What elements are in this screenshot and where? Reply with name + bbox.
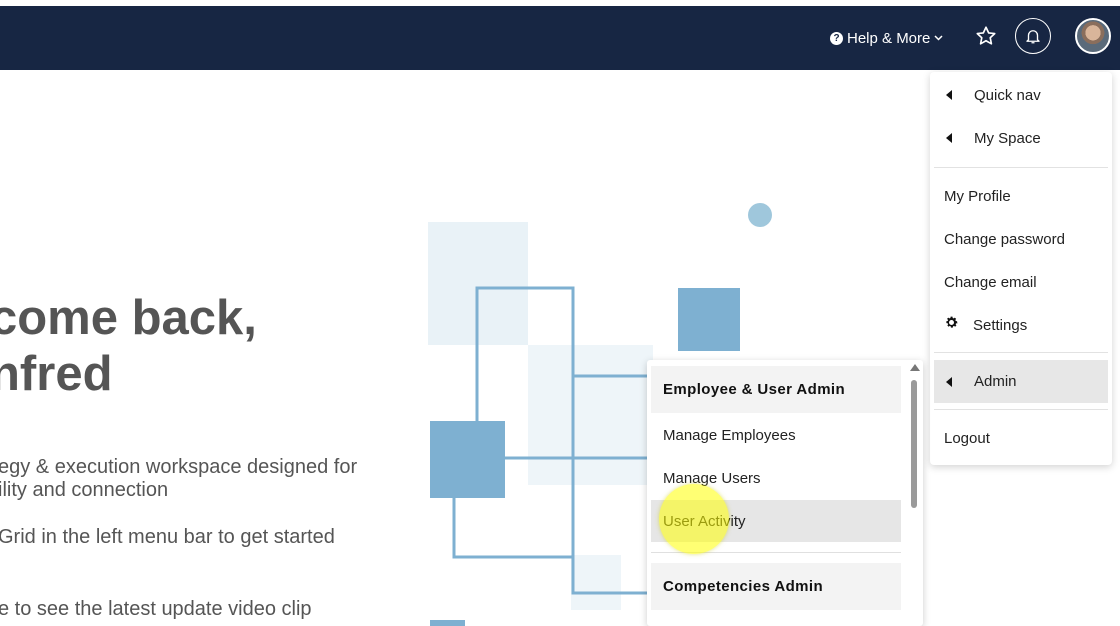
star-icon[interactable] bbox=[975, 25, 997, 47]
menu-divider bbox=[934, 409, 1108, 410]
user-avatar[interactable] bbox=[1075, 18, 1111, 54]
scrollbar-thumb[interactable] bbox=[911, 380, 917, 508]
submenu-scrollbar[interactable] bbox=[908, 362, 920, 624]
menu-divider bbox=[651, 552, 901, 553]
menu-item-manage-employees[interactable]: Manage Employees bbox=[651, 414, 901, 456]
intro-line-4: e to see the latest update video clip bbox=[0, 598, 312, 620]
notifications-button[interactable] bbox=[1015, 18, 1051, 54]
manage-employees-label: Manage Employees bbox=[663, 426, 796, 444]
caret-left-icon bbox=[946, 90, 952, 100]
caret-left-icon bbox=[946, 376, 952, 387]
welcome-title-line1: come back, bbox=[0, 291, 257, 345]
bell-icon bbox=[1026, 30, 1040, 44]
intro-line-1: egy & execution workspace designed for bbox=[0, 456, 358, 478]
menu-item-my-space[interactable]: My Space bbox=[930, 118, 1112, 158]
quick-nav-label: Quick nav bbox=[974, 86, 1041, 104]
help-label: Help & More bbox=[847, 29, 931, 47]
my-space-label: My Space bbox=[974, 129, 1041, 147]
question-circle-icon: ? bbox=[830, 31, 843, 45]
menu-item-manage-users[interactable]: Manage Users bbox=[651, 457, 901, 499]
gear-icon bbox=[944, 315, 959, 335]
welcome-title: come back, nfred bbox=[0, 290, 257, 402]
intro-line-2: ility and connection bbox=[0, 479, 169, 501]
help-and-more-button[interactable]: ? Help & More bbox=[830, 28, 943, 48]
admin-submenu: Employee & User Admin Manage Employees M… bbox=[647, 360, 923, 626]
menu-item-user-activity[interactable]: User Activity bbox=[651, 500, 901, 542]
change-email-label: Change email bbox=[944, 273, 1037, 291]
user-activity-label: User Activity bbox=[663, 512, 746, 530]
my-profile-label: My Profile bbox=[944, 187, 1011, 205]
manage-users-label: Manage Users bbox=[663, 469, 761, 487]
intro-line-3: Grid in the left menu bar to get started bbox=[0, 526, 335, 548]
top-navigation-bar bbox=[0, 6, 1120, 70]
user-menu: Quick nav My Space My Profile Change pas… bbox=[930, 72, 1112, 465]
admin-label: Admin bbox=[974, 373, 1017, 390]
menu-item-change-email[interactable]: Change email bbox=[930, 262, 1112, 302]
caret-left-icon bbox=[946, 133, 952, 143]
menu-divider bbox=[934, 167, 1108, 168]
section-title: Employee & User Admin bbox=[663, 381, 846, 398]
change-password-label: Change password bbox=[944, 230, 1065, 248]
section-header-competencies-admin: Competencies Admin bbox=[651, 563, 901, 610]
section-title: Competencies Admin bbox=[663, 578, 824, 595]
section-header-employee-user-admin: Employee & User Admin bbox=[651, 366, 901, 413]
menu-divider bbox=[934, 352, 1108, 353]
scroll-up-arrow-icon[interactable] bbox=[910, 364, 920, 371]
menu-item-settings[interactable]: Settings bbox=[930, 305, 1112, 345]
settings-label: Settings bbox=[973, 316, 1028, 334]
welcome-title-line2: nfred bbox=[0, 347, 113, 401]
menu-item-my-profile[interactable]: My Profile bbox=[930, 176, 1112, 216]
chevron-down-icon bbox=[934, 33, 943, 44]
menu-item-logout[interactable]: Logout bbox=[930, 418, 1112, 458]
menu-item-admin[interactable]: Admin bbox=[934, 360, 1108, 403]
menu-item-quick-nav[interactable]: Quick nav bbox=[930, 75, 1112, 115]
logout-label: Logout bbox=[944, 429, 990, 447]
menu-item-change-password[interactable]: Change password bbox=[930, 219, 1112, 259]
